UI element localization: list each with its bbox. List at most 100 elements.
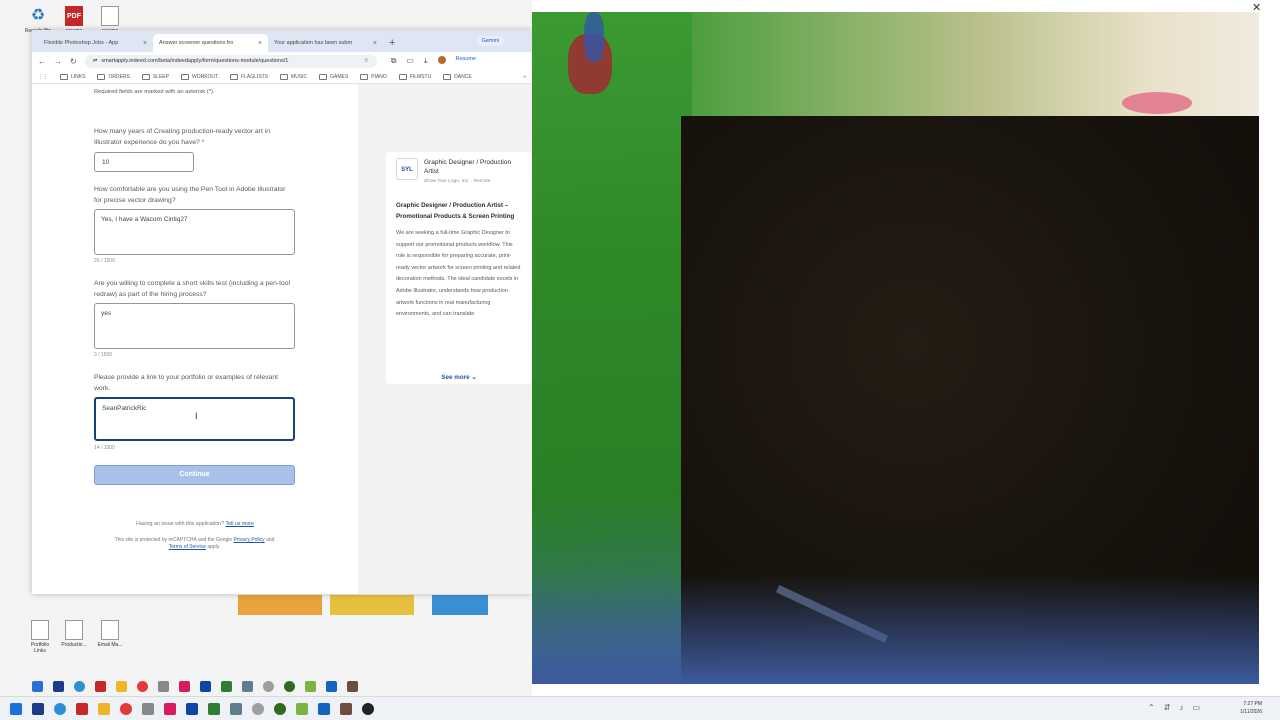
address-bar[interactable]: ⇌ smartapply.indeed.com/beta/indeedapply… (84, 54, 377, 68)
thumbnail-image (330, 595, 414, 615)
tab-screener-questions[interactable]: Answer screener questions fro × (153, 34, 268, 52)
close-icon[interactable]: × (373, 40, 377, 47)
volume-icon[interactable]: ♪ (1179, 703, 1183, 712)
clock-date: 1/11/2026 (1240, 709, 1262, 715)
issue-text: Having an issue with this application? (136, 521, 225, 527)
app-icon[interactable] (53, 680, 64, 692)
email-desktop-icon[interactable]: Email Ma... (96, 620, 124, 648)
chrome-icon[interactable] (137, 680, 148, 692)
app-icon[interactable] (179, 680, 190, 692)
see-more-label: See more (441, 374, 470, 381)
bookmark-label: WORKOUT (191, 73, 219, 80)
close-icon[interactable]: × (143, 40, 147, 47)
start-icon[interactable] (10, 702, 22, 715)
app-icon[interactable] (296, 702, 308, 715)
app-icon[interactable] (32, 702, 44, 715)
photoshop-icon[interactable] (186, 702, 198, 715)
bookmark-folder[interactable]: FLAGLISTS (230, 73, 269, 80)
bookmark-folder[interactable]: FILMSTU (398, 73, 431, 80)
desktop-icon-label: Portfolio Links (30, 642, 50, 654)
edge-icon[interactable] (54, 702, 66, 715)
clock-icon[interactable] (263, 680, 274, 692)
app-icon[interactable] (95, 680, 106, 692)
folder-icon (60, 73, 68, 80)
extensions-icon[interactable]: ⧉ (391, 56, 397, 66)
chrome-icon[interactable] (120, 702, 132, 715)
new-tab-button[interactable]: + (383, 37, 401, 52)
production-desktop-icon[interactable]: Productio... (60, 620, 88, 648)
job-description-heading: Graphic Designer / Production Artist – P… (396, 202, 515, 220)
photoshop-icon[interactable] (200, 680, 211, 692)
folder-icon (141, 73, 150, 80)
app-icon[interactable] (284, 680, 295, 692)
tab-photoshop-jobs[interactable]: Flexible Photoshop Jobs - App × (38, 34, 153, 52)
chevron-up-icon[interactable]: ⌃ (1148, 703, 1155, 712)
folder-icon[interactable] (116, 680, 127, 692)
profile-avatar[interactable] (437, 56, 446, 64)
app-icon[interactable] (305, 680, 316, 692)
app-icon[interactable] (318, 702, 330, 715)
webcam-object (1122, 92, 1192, 114)
app-icon[interactable] (142, 702, 154, 715)
bookmark-folder[interactable]: PIANO (360, 73, 387, 80)
skills-test-answer-textarea[interactable]: yes (94, 303, 295, 349)
bookmark-folder[interactable]: ORDERS (97, 73, 130, 80)
app-icon[interactable] (326, 680, 337, 692)
bookmarks-bar: ⋮⋮ LINKS ORDERS SLEEP WORKOUT FLAGLISTS … (32, 70, 532, 84)
tab-application-submitted[interactable]: Your application has been subm × (268, 34, 383, 52)
bookmark-folder[interactable]: MUSIC (280, 73, 307, 80)
recycle-icon: ♻ (30, 7, 46, 24)
resume-chip[interactable]: Resume (456, 56, 476, 66)
app-icon[interactable] (76, 702, 88, 715)
apps-grid-icon[interactable]: ⋮⋮ (38, 74, 48, 80)
bookmark-label: FLAGLISTS (241, 73, 269, 80)
bookmark-folder[interactable]: WORKOUT (180, 73, 219, 80)
privacy-policy-link[interactable]: Privacy Policy (234, 537, 265, 543)
bookmark-folder[interactable]: LINKS (60, 73, 85, 80)
app-icon[interactable] (347, 680, 358, 692)
app-icon[interactable] (221, 680, 232, 692)
terms-of-service-link[interactable]: Terms of Service (169, 544, 206, 550)
close-icon[interactable]: ✕ (1252, 1, 1261, 14)
bookmark-label: PIANO (371, 73, 387, 80)
forward-icon[interactable]: → (54, 57, 62, 66)
gemini-button[interactable]: Gemini (476, 36, 504, 46)
job-title: Graphic Designer / Production Artist (424, 159, 512, 175)
screen-cast-icon[interactable]: ▭ (406, 56, 414, 66)
network-icon[interactable]: ⇵ (1164, 703, 1171, 712)
more-bookmarks-icon[interactable]: » (523, 74, 526, 80)
experience-years-input[interactable]: 10 (94, 152, 194, 172)
close-icon[interactable]: × (258, 40, 262, 47)
file-explorer-icon[interactable] (98, 702, 110, 715)
site-info-icon[interactable]: ⇌ (93, 58, 98, 64)
bookmark-folder[interactable]: DANCE (443, 73, 472, 80)
bookmark-label: GAMES (330, 73, 349, 80)
reload-icon[interactable]: ↻ (70, 57, 77, 66)
pen-tool-answer-textarea[interactable]: Yes, I have a Wacom Cintiq27 (94, 209, 295, 255)
app-icon[interactable] (340, 702, 352, 715)
taskbar-clock[interactable]: 7:27 PM 1/11/2026 (1240, 700, 1262, 716)
bookmark-folder[interactable]: SLEEP (141, 73, 169, 80)
app-icon[interactable] (208, 702, 220, 715)
legal-prefix: This site is protected by reCAPTCHA and … (114, 537, 233, 543)
bookmark-star-icon[interactable]: ☆ (364, 58, 369, 64)
app-icon[interactable] (158, 680, 169, 692)
see-more-button[interactable]: See more ⌄ (386, 374, 532, 381)
settings-icon[interactable] (230, 702, 242, 715)
portfolio-links-desktop-icon[interactable]: Portfolio Links (26, 620, 54, 654)
back-icon[interactable]: ← (38, 57, 46, 66)
media-player-icon[interactable] (362, 702, 374, 715)
download-icon[interactable]: ⤓ (424, 56, 428, 66)
app-icon[interactable] (164, 702, 176, 715)
continue-button[interactable]: Continue (94, 465, 295, 485)
thumbnail-image (238, 595, 322, 615)
clock-time: 7:27 PM (1243, 701, 1262, 707)
bookmark-folder[interactable]: GAMES (319, 73, 349, 80)
tell-us-more-link[interactable]: Tell us more (225, 521, 254, 527)
battery-icon[interactable]: ▭ (1192, 703, 1200, 712)
windows-icon[interactable] (32, 680, 43, 692)
clock-icon[interactable] (252, 702, 264, 715)
app-icon[interactable] (274, 702, 286, 715)
settings-icon[interactable] (242, 680, 253, 692)
edge-icon[interactable] (74, 680, 85, 692)
